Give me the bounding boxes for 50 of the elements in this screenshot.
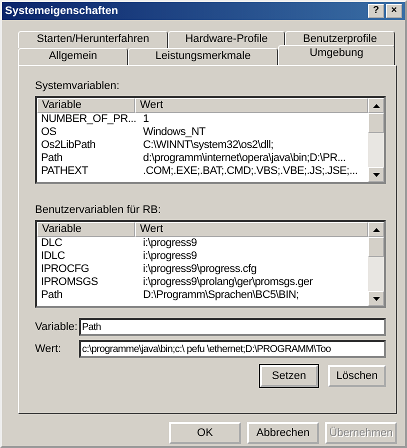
dialog-button[interactable]: Abbrechen xyxy=(247,422,319,444)
scrollbar[interactable] xyxy=(368,222,384,306)
tab[interactable]: Leistungsmerkmale xyxy=(128,48,278,65)
dialog-button[interactable]: Setzen xyxy=(260,365,318,387)
table-cell-text: C:\WINNT\system32\os2\dll; xyxy=(142,139,274,152)
column-header[interactable]: Variable xyxy=(37,98,135,113)
column-header[interactable]: Variable xyxy=(37,222,135,237)
table-cell-text: IPROCFG xyxy=(40,263,90,276)
table-cell-text: PATHEXT xyxy=(40,165,90,178)
input-field[interactable]: c:\programme\java\bin;c:\ pefu \ethernet;D:\PROGRAMM\Too xyxy=(79,340,386,358)
scrollbar[interactable] xyxy=(368,98,384,182)
table-cell-text: i:\progress9\prolang\ger\promsgs.ger xyxy=(142,276,314,289)
table-cell-text: Path xyxy=(40,152,64,165)
window-title: Systemeigenschaften xyxy=(5,5,118,17)
tab[interactable]: Starten/Herunterfahren xyxy=(18,31,168,48)
tab[interactable]: Allgemein xyxy=(18,48,128,65)
scroll-thumb[interactable] xyxy=(368,113,384,133)
section-label: Systemvariablen: xyxy=(35,80,120,92)
scroll-up-icon[interactable] xyxy=(368,98,384,113)
table-cell-text: d:\programm\internet\opera\java\bin;D:\PR... xyxy=(142,152,347,165)
table-cell-text: OS xyxy=(40,126,58,139)
input-field[interactable]: Path xyxy=(79,318,386,336)
table-cell-text: 1 xyxy=(142,113,150,126)
close-button[interactable]: × xyxy=(386,4,402,18)
tab[interactable]: Umgebung xyxy=(278,45,395,65)
table-cell-text: Windows_NT xyxy=(142,126,206,139)
table-cell-text: DLC xyxy=(40,237,64,250)
scroll-up-icon[interactable] xyxy=(368,222,384,237)
dialog-button[interactable]: Löschen xyxy=(328,365,386,387)
scroll-thumb[interactable] xyxy=(368,237,384,257)
tab[interactable]: Hardware-Profile xyxy=(168,31,285,48)
table-cell-text: IDLC xyxy=(40,250,66,263)
column-header[interactable]: Wert xyxy=(135,98,368,113)
table-cell-text: Os2LibPath xyxy=(40,139,96,152)
field-label: Wert: xyxy=(35,343,62,355)
column-header[interactable]: Wert xyxy=(135,222,368,237)
table-cell-text: NUMBER_OF_PR... xyxy=(40,113,138,126)
field-label: Variable: xyxy=(35,321,79,333)
table-cell-text: Path xyxy=(40,289,64,302)
scroll-down-icon[interactable] xyxy=(368,167,384,182)
table-cell-text: D:\Programm\Sprachen\BC5\BIN; xyxy=(142,289,300,302)
table-cell-text: i:\progress9\progress.cfg xyxy=(142,263,258,276)
help-button[interactable]: ? xyxy=(368,4,384,18)
table-cell-text: i:\progress9 xyxy=(142,237,198,250)
section-label: Benutzervariablen für RB: xyxy=(35,204,162,216)
table-cell-text: i:\progress9 xyxy=(142,250,198,263)
scroll-down-icon[interactable] xyxy=(368,291,384,306)
dialog-button[interactable]: OK xyxy=(169,422,241,444)
table-cell-text: .COM;.EXE;.BAT;.CMD;.VBS;.VBE;.JS;.JSE;... xyxy=(142,165,359,178)
table-cell-text: IPROMSGS xyxy=(40,276,99,289)
